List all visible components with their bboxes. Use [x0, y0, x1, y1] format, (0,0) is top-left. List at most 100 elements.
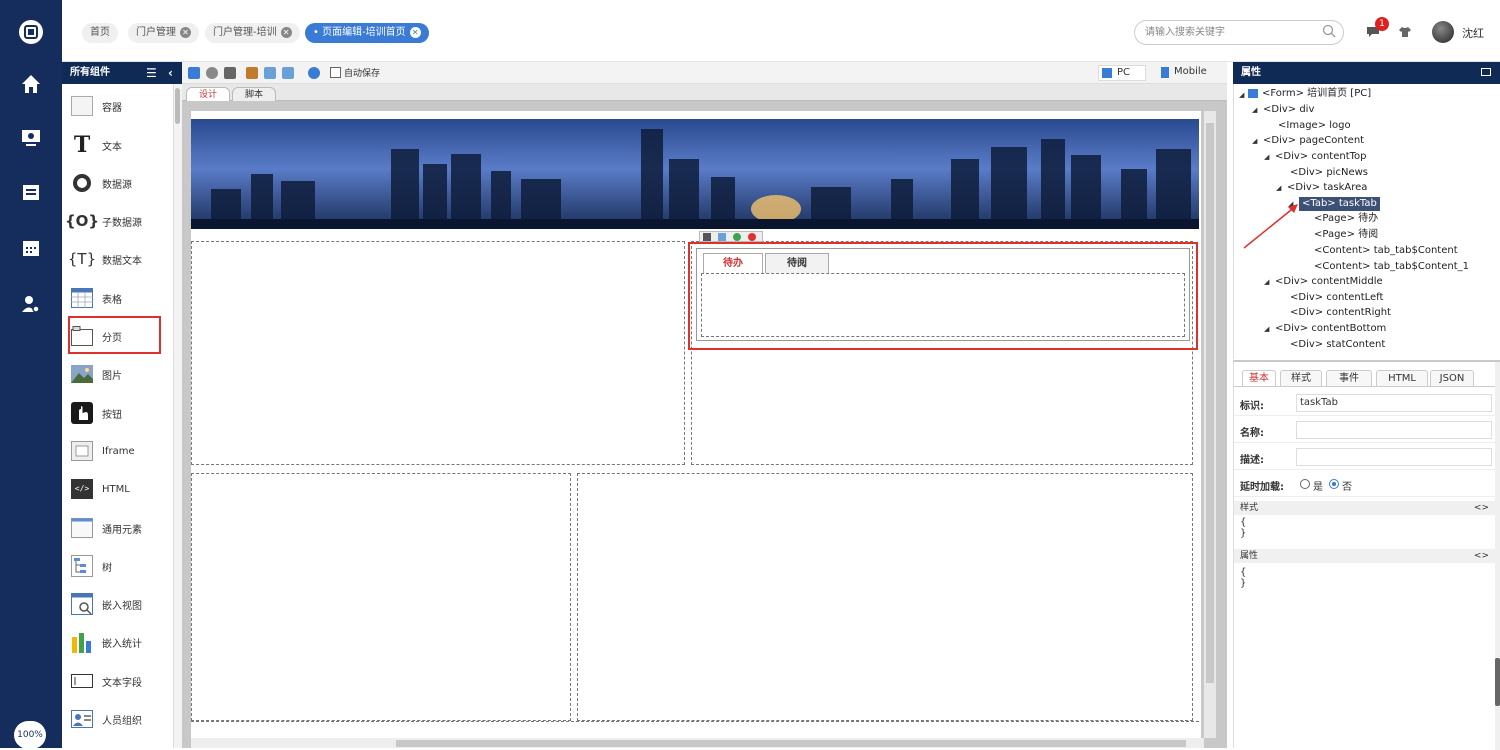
- remove-icon[interactable]: [748, 233, 756, 241]
- tab-page-edit[interactable]: • 页面编辑-培训首页 ✕: [305, 23, 429, 43]
- collapse-triangle-icon[interactable]: ◢: [1239, 91, 1244, 99]
- tab-html[interactable]: HTML: [1376, 370, 1428, 386]
- content-right[interactable]: [577, 473, 1193, 721]
- component-image[interactable]: 图片: [70, 358, 122, 390]
- mobile-toggle[interactable]: Mobile: [1158, 65, 1216, 81]
- tree-node-selected[interactable]: <Tab> taskTab: [1299, 197, 1380, 211]
- style-code[interactable]: {}: [1240, 517, 1246, 539]
- tab-home[interactable]: 首页: [82, 23, 118, 43]
- menu-icon[interactable]: ☰: [146, 62, 157, 84]
- tree-node[interactable]: <Div> contentLeft: [1290, 291, 1383, 305]
- collapse-triangle-icon[interactable]: ◢: [1264, 278, 1269, 286]
- tree-node[interactable]: <Div> pageContent: [1263, 134, 1364, 148]
- preview-icon[interactable]: [206, 67, 218, 79]
- attr-code[interactable]: {}: [1240, 567, 1246, 589]
- component-people[interactable]: 人员组织: [70, 703, 142, 735]
- component-text[interactable]: T 文本: [70, 129, 122, 161]
- maximize-icon[interactable]: [1481, 68, 1491, 76]
- tree-node[interactable]: <Content> tab_tab$Content_1: [1314, 260, 1469, 274]
- component-html[interactable]: </> HTML: [70, 473, 130, 505]
- tree-node[interactable]: <Form> 培训首页 [PC]: [1262, 87, 1371, 101]
- radio-no[interactable]: [1329, 479, 1339, 489]
- tab-event[interactable]: 事件: [1326, 370, 1372, 386]
- autosave-checkbox[interactable]: [330, 67, 341, 78]
- move-icon[interactable]: [703, 233, 711, 241]
- collapse-icon[interactable]: ‹: [168, 62, 173, 84]
- tree-node[interactable]: <Page> 待办: [1314, 212, 1378, 226]
- id-field[interactable]: taskTab: [1296, 394, 1492, 412]
- tab-basic[interactable]: 基本: [1242, 370, 1276, 386]
- logo-icon[interactable]: [11, 12, 51, 52]
- tree-node[interactable]: <Div> picNews: [1290, 166, 1368, 180]
- home-icon[interactable]: [11, 64, 51, 104]
- component-datasource[interactable]: 数据源: [70, 167, 132, 199]
- pic-news-area[interactable]: [191, 241, 685, 465]
- tab-style[interactable]: 样式: [1280, 370, 1322, 386]
- zoom-badge[interactable]: 100%: [14, 721, 46, 749]
- presentation-icon[interactable]: [11, 118, 51, 158]
- collapse-triangle-icon[interactable]: ◢: [1252, 137, 1257, 145]
- tree-node[interactable]: <Div> taskArea: [1287, 181, 1367, 195]
- collapse-triangle-icon[interactable]: ◢: [1264, 153, 1269, 161]
- content-left[interactable]: [191, 473, 571, 721]
- tab-json[interactable]: JSON: [1430, 370, 1474, 386]
- pc-toggle[interactable]: PC: [1098, 65, 1146, 81]
- tree-node[interactable]: <Image> logo: [1278, 119, 1351, 133]
- component-textfield[interactable]: 文本字段: [70, 665, 142, 697]
- calendar-icon[interactable]: [11, 228, 51, 268]
- component-container[interactable]: 容器: [70, 90, 122, 122]
- add-icon[interactable]: [733, 233, 741, 241]
- import-icon[interactable]: [282, 67, 294, 79]
- export-icon[interactable]: [264, 67, 276, 79]
- component-datatext[interactable]: {T} 数据文本: [68, 243, 142, 275]
- tab-portal-manage[interactable]: 门户管理 ✕: [128, 23, 199, 43]
- close-icon[interactable]: ✕: [409, 26, 421, 38]
- tree-node[interactable]: <Div> statContent: [1290, 338, 1385, 352]
- tree-node[interactable]: <Div> div: [1263, 103, 1314, 117]
- tree-node[interactable]: <Div> contentRight: [1290, 306, 1391, 320]
- expand-icon[interactable]: <>: [1474, 549, 1489, 563]
- component-button[interactable]: 按钮: [70, 397, 122, 429]
- canvas-horizontal-scrollbar[interactable]: [191, 738, 1204, 748]
- component-table[interactable]: 表格: [70, 282, 122, 314]
- help-icon[interactable]: [308, 67, 320, 79]
- tree-node[interactable]: <Div> contentTop: [1275, 150, 1367, 164]
- collapse-triangle-icon[interactable]: ◢: [1276, 184, 1281, 192]
- component-subdatasource[interactable]: {O} 子数据源: [65, 205, 142, 237]
- tree-node[interactable]: <Content> tab_tab$Content: [1314, 244, 1458, 258]
- desc-field[interactable]: [1296, 448, 1492, 466]
- search-input[interactable]: 请输入搜索关键字: [1134, 20, 1344, 45]
- component-generic[interactable]: 通用元素: [70, 512, 142, 544]
- property-scrollbar[interactable]: [1495, 362, 1500, 750]
- stat-content[interactable]: [191, 721, 1199, 727]
- component-scrollbar[interactable]: [174, 84, 182, 748]
- tab-design[interactable]: 设计: [186, 87, 231, 101]
- tree-node[interactable]: <Page> 待阅: [1314, 228, 1378, 242]
- component-iframe[interactable]: Iframe: [70, 435, 135, 467]
- expand-icon[interactable]: <>: [1474, 501, 1489, 515]
- close-icon[interactable]: ✕: [280, 26, 292, 38]
- tree-node[interactable]: <Div> contentBottom: [1275, 322, 1386, 336]
- radio-yes[interactable]: [1300, 479, 1310, 489]
- tab-script[interactable]: 脚本: [232, 87, 277, 101]
- component-embedview[interactable]: 嵌入视图: [70, 588, 142, 620]
- component-tree[interactable]: 树: [70, 550, 112, 582]
- tree-node[interactable]: <Div> contentMiddle: [1275, 275, 1383, 289]
- username[interactable]: 沈红: [1462, 25, 1484, 41]
- wrench-icon[interactable]: [246, 67, 258, 79]
- user-settings-icon[interactable]: [11, 284, 51, 324]
- component-embedstat[interactable]: 嵌入统计: [70, 626, 142, 658]
- canvas-vertical-scrollbar[interactable]: [1204, 111, 1216, 738]
- shirt-icon[interactable]: [1398, 26, 1412, 38]
- print-icon[interactable]: [224, 67, 236, 79]
- name-field[interactable]: [1296, 421, 1492, 439]
- avatar[interactable]: [1432, 21, 1454, 43]
- collapse-triangle-icon[interactable]: ◢: [1264, 325, 1269, 333]
- save-icon[interactable]: [188, 67, 200, 79]
- collapse-triangle-icon[interactable]: ◢: [1252, 106, 1257, 114]
- close-icon[interactable]: ✕: [180, 26, 191, 38]
- tab-portal-training[interactable]: 门户管理-培训 ✕: [205, 23, 300, 43]
- search-icon[interactable]: [1322, 24, 1336, 38]
- copy-icon[interactable]: [718, 233, 726, 241]
- calendar-list-icon[interactable]: [11, 172, 51, 212]
